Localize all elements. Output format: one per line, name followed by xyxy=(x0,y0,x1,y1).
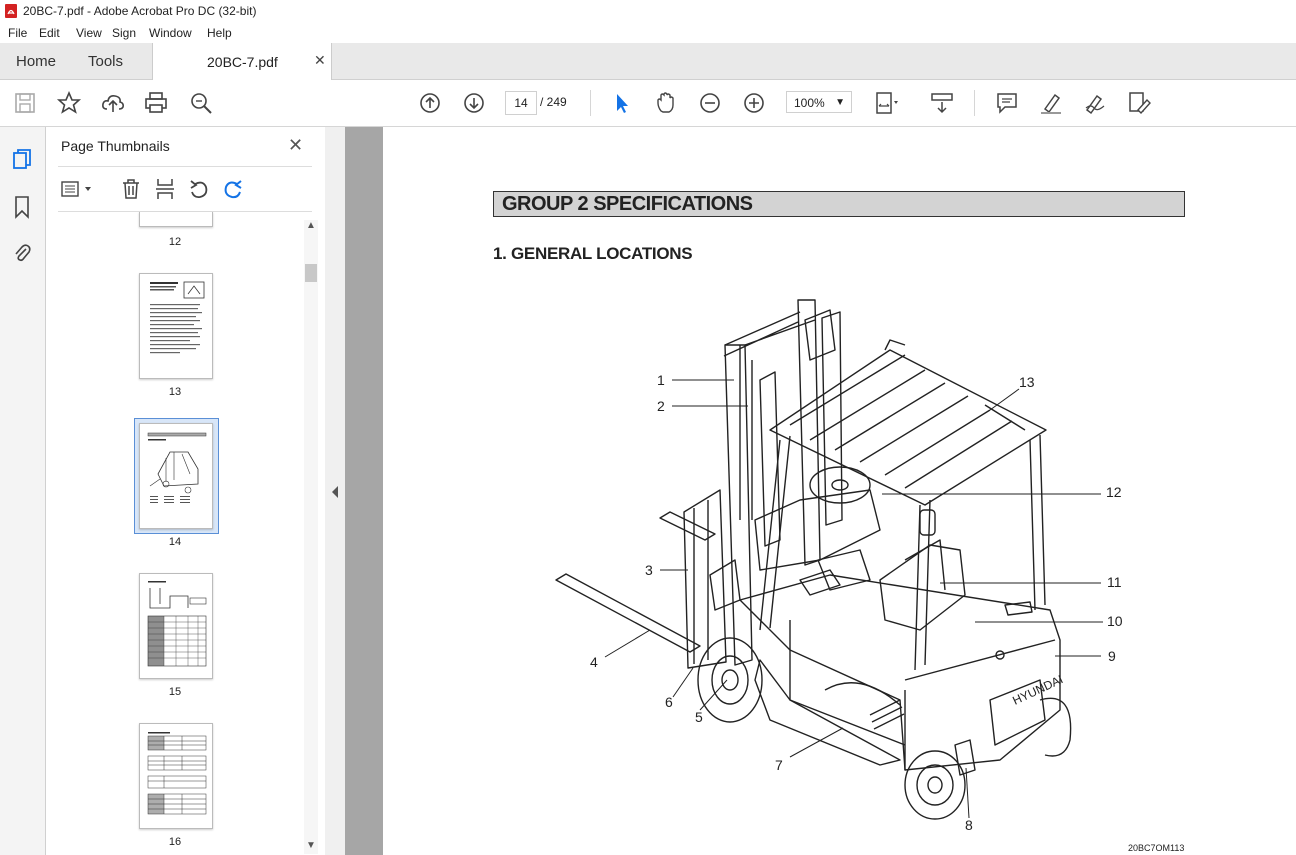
thumbnail-preview xyxy=(147,581,207,667)
upload-icon[interactable] xyxy=(100,90,126,116)
figure-code: 20BC7OM113 xyxy=(1128,843,1185,853)
zoom-out-icon[interactable] xyxy=(697,90,723,116)
thumbnail-page-number: 13 xyxy=(168,386,182,398)
callout-9: 9 xyxy=(1108,648,1116,664)
panel-divider xyxy=(58,166,312,167)
page-up-icon[interactable] xyxy=(417,90,443,116)
save-icon[interactable] xyxy=(12,90,38,116)
menu-file[interactable]: File xyxy=(8,26,27,40)
scrollbar-thumb[interactable] xyxy=(305,264,317,282)
bookmark-icon[interactable] xyxy=(12,195,32,219)
toolbar-divider xyxy=(974,90,975,116)
callout-5: 5 xyxy=(695,709,703,725)
select-cursor-icon[interactable] xyxy=(609,90,635,116)
zoom-level-select[interactable]: 100% ▼ xyxy=(786,91,852,113)
fit-page-icon[interactable] xyxy=(873,90,899,116)
zoom-in-icon[interactable] xyxy=(741,90,767,116)
attachment-icon[interactable] xyxy=(12,241,32,265)
forklift-illustration: HYUNDAI xyxy=(555,299,1103,820)
menu-sign[interactable]: Sign xyxy=(112,26,136,40)
document-tab-label: 20BC-7.pdf xyxy=(207,54,278,70)
thumbnail-preview xyxy=(150,281,205,354)
menu-help[interactable]: Help xyxy=(207,26,232,40)
thumbnail-page-number: 12 xyxy=(168,236,182,248)
page-total: / 249 xyxy=(540,95,567,109)
thumbnail-page-13[interactable] xyxy=(139,273,213,379)
callout-2: 2 xyxy=(657,398,665,414)
panel-splitter[interactable] xyxy=(325,127,345,855)
highlight-icon[interactable] xyxy=(1038,90,1064,116)
menu-view[interactable]: View xyxy=(76,26,102,40)
panel-title: Page Thumbnails xyxy=(61,138,170,154)
sign-icon[interactable] xyxy=(1082,90,1108,116)
star-icon[interactable] xyxy=(56,90,82,116)
title-bar: 20BC-7.pdf - Adobe Acrobat Pro DC (32-bi… xyxy=(0,0,1296,22)
thumbnail-page-14[interactable] xyxy=(139,423,213,529)
trash-icon[interactable] xyxy=(120,177,142,201)
tab-bar: Home Tools 20BC-7.pdf ✕ xyxy=(0,43,1296,80)
close-panel-icon[interactable]: ✕ xyxy=(288,135,303,156)
tab-tools[interactable]: Tools xyxy=(88,53,123,70)
callout-12: 12 xyxy=(1106,484,1122,500)
rotate-left-icon[interactable] xyxy=(188,177,210,201)
edit-pdf-icon[interactable] xyxy=(1126,90,1152,116)
callout-11: 11 xyxy=(1107,574,1122,590)
zoom-level-value: 100% xyxy=(794,96,825,110)
scroll-up-icon[interactable]: ▲ xyxy=(306,220,316,231)
thumbnail-page-12[interactable] xyxy=(139,212,213,227)
scroll-down-icon[interactable]: ▼ xyxy=(306,840,316,851)
callout-10: 10 xyxy=(1107,613,1123,629)
menu-window[interactable]: Window xyxy=(149,26,192,40)
print-icon[interactable] xyxy=(143,90,169,116)
tab-home[interactable]: Home xyxy=(16,53,56,70)
thumbnail-preview xyxy=(147,732,207,815)
brand-lettering: HYUNDAI xyxy=(1010,672,1065,708)
page-down-icon[interactable] xyxy=(461,90,487,116)
callout-4: 4 xyxy=(590,654,598,670)
section-title: 1. GENERAL LOCATIONS xyxy=(493,244,693,263)
scroll-mode-icon[interactable] xyxy=(929,90,955,116)
rotate-right-icon[interactable] xyxy=(222,177,244,201)
thumbnail-page-15[interactable] xyxy=(139,573,213,679)
insert-page-icon[interactable] xyxy=(154,177,176,201)
page-number-input[interactable]: 14 xyxy=(505,91,537,115)
thumbnail-page-number: 14 xyxy=(168,536,182,548)
thumbnail-page-number: 15 xyxy=(168,686,182,698)
callout-8: 8 xyxy=(965,817,973,833)
callout-7: 7 xyxy=(775,757,783,773)
tab-document[interactable]: 20BC-7.pdf ✕ xyxy=(152,43,332,80)
thumbnail-page-16[interactable] xyxy=(139,723,213,829)
group-title: GROUP 2 SPECIFICATIONS xyxy=(493,191,1185,217)
thumbnail-options-icon[interactable] xyxy=(60,179,96,199)
thumbnail-preview xyxy=(147,432,207,503)
page-thumbnails-icon[interactable] xyxy=(11,147,33,171)
toolbar-divider xyxy=(590,90,591,116)
callout-13: 13 xyxy=(1019,374,1035,390)
left-navigation-rail xyxy=(0,127,46,855)
hand-icon[interactable] xyxy=(653,90,679,116)
window-title: 20BC-7.pdf - Adobe Acrobat Pro DC (32-bi… xyxy=(23,4,257,18)
thumbnail-page-number: 16 xyxy=(168,836,182,848)
thumbnail-scrollbar[interactable]: ▲ ▼ xyxy=(304,220,318,854)
acrobat-logo-icon xyxy=(5,4,17,18)
callout-3: 3 xyxy=(645,562,653,578)
comment-icon[interactable] xyxy=(994,90,1020,116)
chevron-down-icon: ▼ xyxy=(835,97,845,108)
callout-6: 6 xyxy=(665,694,673,710)
callout-1: 1 xyxy=(657,372,665,388)
menu-edit[interactable]: Edit xyxy=(39,26,60,40)
close-tab-icon[interactable]: ✕ xyxy=(314,52,326,69)
zoom-search-icon[interactable] xyxy=(188,90,214,116)
menu-bar: File Edit View Sign Window Help xyxy=(0,22,1296,43)
collapse-panel-icon[interactable] xyxy=(330,485,340,499)
